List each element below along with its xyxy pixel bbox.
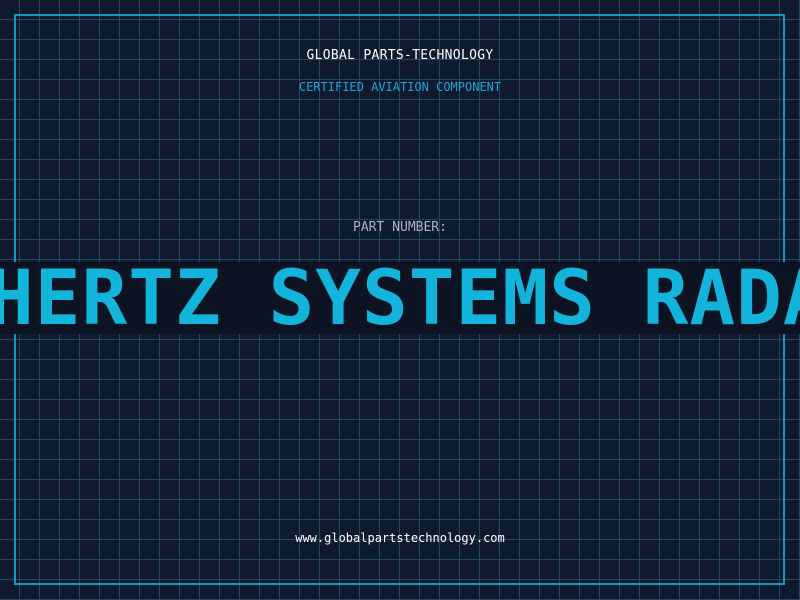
company-name: GLOBAL PARTS-TECHNOLOGY	[306, 48, 494, 63]
part-number-banner: HERTZ SYSTEMS RADAR	[0, 262, 800, 334]
part-number-value: HERTZ SYSTEMS RADAR	[0, 262, 800, 334]
website-url: www.globalpartstechnology.com	[295, 531, 505, 545]
tagline: CERTIFIED AVIATION COMPONENT	[298, 80, 502, 94]
part-number-label: PART NUMBER:	[353, 220, 447, 235]
